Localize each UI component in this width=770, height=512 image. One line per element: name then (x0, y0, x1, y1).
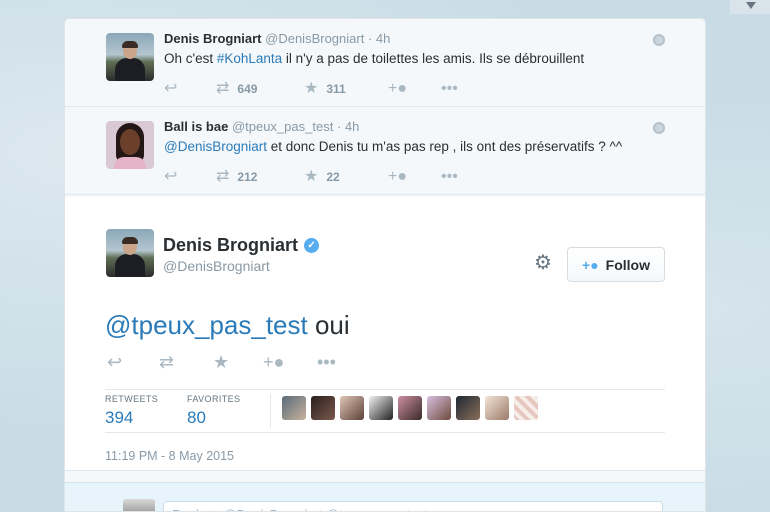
separator: · (336, 119, 342, 134)
globe-icon (653, 122, 665, 134)
avatar[interactable] (106, 121, 154, 169)
author-handle[interactable]: @DenisBrogniart (163, 258, 270, 274)
tweet-actions: ↩ ⇄ 649 ★ 311 +● ••• (164, 79, 484, 99)
avatar[interactable] (311, 396, 335, 420)
author-handle[interactable]: @tpeux_pas_test (232, 119, 333, 134)
avatar[interactable] (282, 396, 306, 420)
follow-label: Follow (605, 256, 650, 273)
follow-icon[interactable]: +● (263, 353, 284, 371)
retweets-count[interactable]: 394 (105, 408, 158, 428)
retweet-icon: ⇄ (216, 80, 230, 97)
follow-icon: +● (582, 256, 599, 273)
retweet-count: 649 (237, 82, 258, 96)
tweet-header: Ball is bae @tpeux_pas_test · 4h (164, 119, 359, 134)
favorite-count: 311 (326, 82, 346, 96)
author-name[interactable]: Denis Brogniart (164, 31, 262, 46)
follow-icon: +● (388, 80, 408, 97)
retweet-button[interactable]: ⇄ 649 (216, 79, 257, 99)
retweets-label: RETWEETS (105, 394, 159, 404)
author-handle[interactable]: @DenisBrogniart (265, 31, 364, 46)
account-menu[interactable] (730, 0, 770, 14)
mention-link[interactable]: @tpeux_pas_test (105, 310, 308, 340)
follow-action-button[interactable]: +● (388, 167, 407, 187)
author-name-row: Denis Brogniart ✓ (163, 235, 320, 256)
tweet-text: @tpeux_pas_test oui (105, 310, 350, 341)
reply-icon[interactable]: ↩ (107, 353, 122, 371)
author-name[interactable]: Denis Brogniart (163, 235, 298, 256)
divider (270, 394, 271, 428)
verified-icon: ✓ (304, 238, 320, 253)
avatar[interactable] (106, 33, 154, 81)
retweet-button[interactable]: ⇄ 212 (216, 167, 257, 187)
author-name[interactable]: Ball is bae (164, 119, 228, 134)
favorite-count: 22 (326, 170, 340, 184)
avatar[interactable] (427, 396, 451, 420)
avatar[interactable] (106, 229, 154, 277)
follow-button[interactable]: +● Follow (567, 247, 665, 282)
favorite-button[interactable]: ★ 22 (304, 167, 340, 187)
reply-button[interactable]: ↩ (164, 167, 177, 187)
ancestor-tweet-1[interactable]: Denis Brogniart @DenisBrogniart · 4h Oh … (65, 19, 705, 107)
globe-icon (653, 34, 665, 46)
retweet-icon: ⇄ (216, 168, 230, 185)
tweet-permalink-panel: Denis Brogniart @DenisBrogniart · 4h Oh … (64, 18, 706, 512)
text-segment: il n'y a pas de toilettes les amis. Ils … (282, 51, 585, 66)
tweet-time[interactable]: 4h (345, 119, 359, 134)
hashtag-link[interactable]: #KohLanta (217, 51, 282, 66)
follow-icon: +● (388, 168, 408, 185)
text-segment: Oh c'est (164, 51, 217, 66)
reply-button[interactable]: ↩ (164, 79, 177, 99)
avatar[interactable] (485, 396, 509, 420)
follow-action-button[interactable]: +● (388, 79, 407, 99)
reply-icon: ↩ (164, 168, 178, 185)
avatar[interactable] (398, 396, 422, 420)
tweet-actions: ↩ ⇄ 212 ★ 22 +● ••• (164, 167, 484, 187)
favorites-stat[interactable]: FAVORITES 80 (187, 394, 240, 428)
more-icon: ••• (441, 168, 458, 185)
avatar[interactable] (514, 396, 538, 420)
retweet-icon[interactable]: ⇄ (159, 353, 174, 371)
text-segment: et donc Denis tu m'as pas rep , ils ont … (267, 139, 623, 154)
favorites-count[interactable]: 80 (187, 408, 240, 428)
tweet-text: @DenisBrogniart et donc Denis tu m'as pa… (164, 139, 622, 154)
tweet-time[interactable]: 4h (376, 31, 390, 46)
more-button[interactable]: ••• (441, 79, 458, 99)
ancestor-tweet-2[interactable]: Ball is bae @tpeux_pas_test · 4h @DenisB… (65, 107, 705, 195)
reply-icon: ↩ (164, 80, 178, 97)
caret-down-icon (746, 2, 756, 9)
more-icon: ••• (441, 80, 458, 97)
mention-link[interactable]: @DenisBrogniart (164, 139, 267, 154)
more-button[interactable]: ••• (441, 167, 458, 187)
tweet-text: Oh c'est #KohLanta il n'y a pas de toile… (164, 51, 584, 66)
more-icon[interactable]: ••• (317, 353, 336, 371)
reply-box: Reply to @DenisBrogniart @tpeux_pas_test (65, 482, 705, 511)
favorite-button[interactable]: ★ 311 (304, 79, 346, 99)
permalink-tweet: Denis Brogniart ✓ @DenisBrogniart ⚙ +● F… (65, 197, 705, 471)
retweet-count: 212 (237, 170, 258, 184)
avatar[interactable] (456, 396, 480, 420)
star-icon: ★ (304, 80, 319, 97)
tweet-actions: ↩ ⇄ ★ +● ••• (105, 352, 405, 376)
retweets-stat[interactable]: RETWEETS 394 (105, 394, 158, 428)
favorites-label: FAVORITES (187, 394, 241, 404)
tweet-stats: RETWEETS 394 FAVORITES 80 (105, 389, 665, 433)
text-segment: oui (307, 310, 350, 340)
avatar[interactable] (369, 396, 393, 420)
gear-icon[interactable]: ⚙ (534, 253, 554, 273)
star-icon[interactable]: ★ (213, 353, 229, 371)
tweet-header: Denis Brogniart @DenisBrogniart · 4h (164, 31, 390, 46)
star-icon: ★ (304, 168, 319, 185)
reply-input[interactable]: Reply to @DenisBrogniart @tpeux_pas_test (163, 501, 663, 511)
avatar (123, 499, 155, 511)
avatar[interactable] (340, 396, 364, 420)
separator: · (367, 31, 373, 46)
tweet-timestamp[interactable]: 11:19 PM - 8 May 2015 (105, 449, 234, 463)
